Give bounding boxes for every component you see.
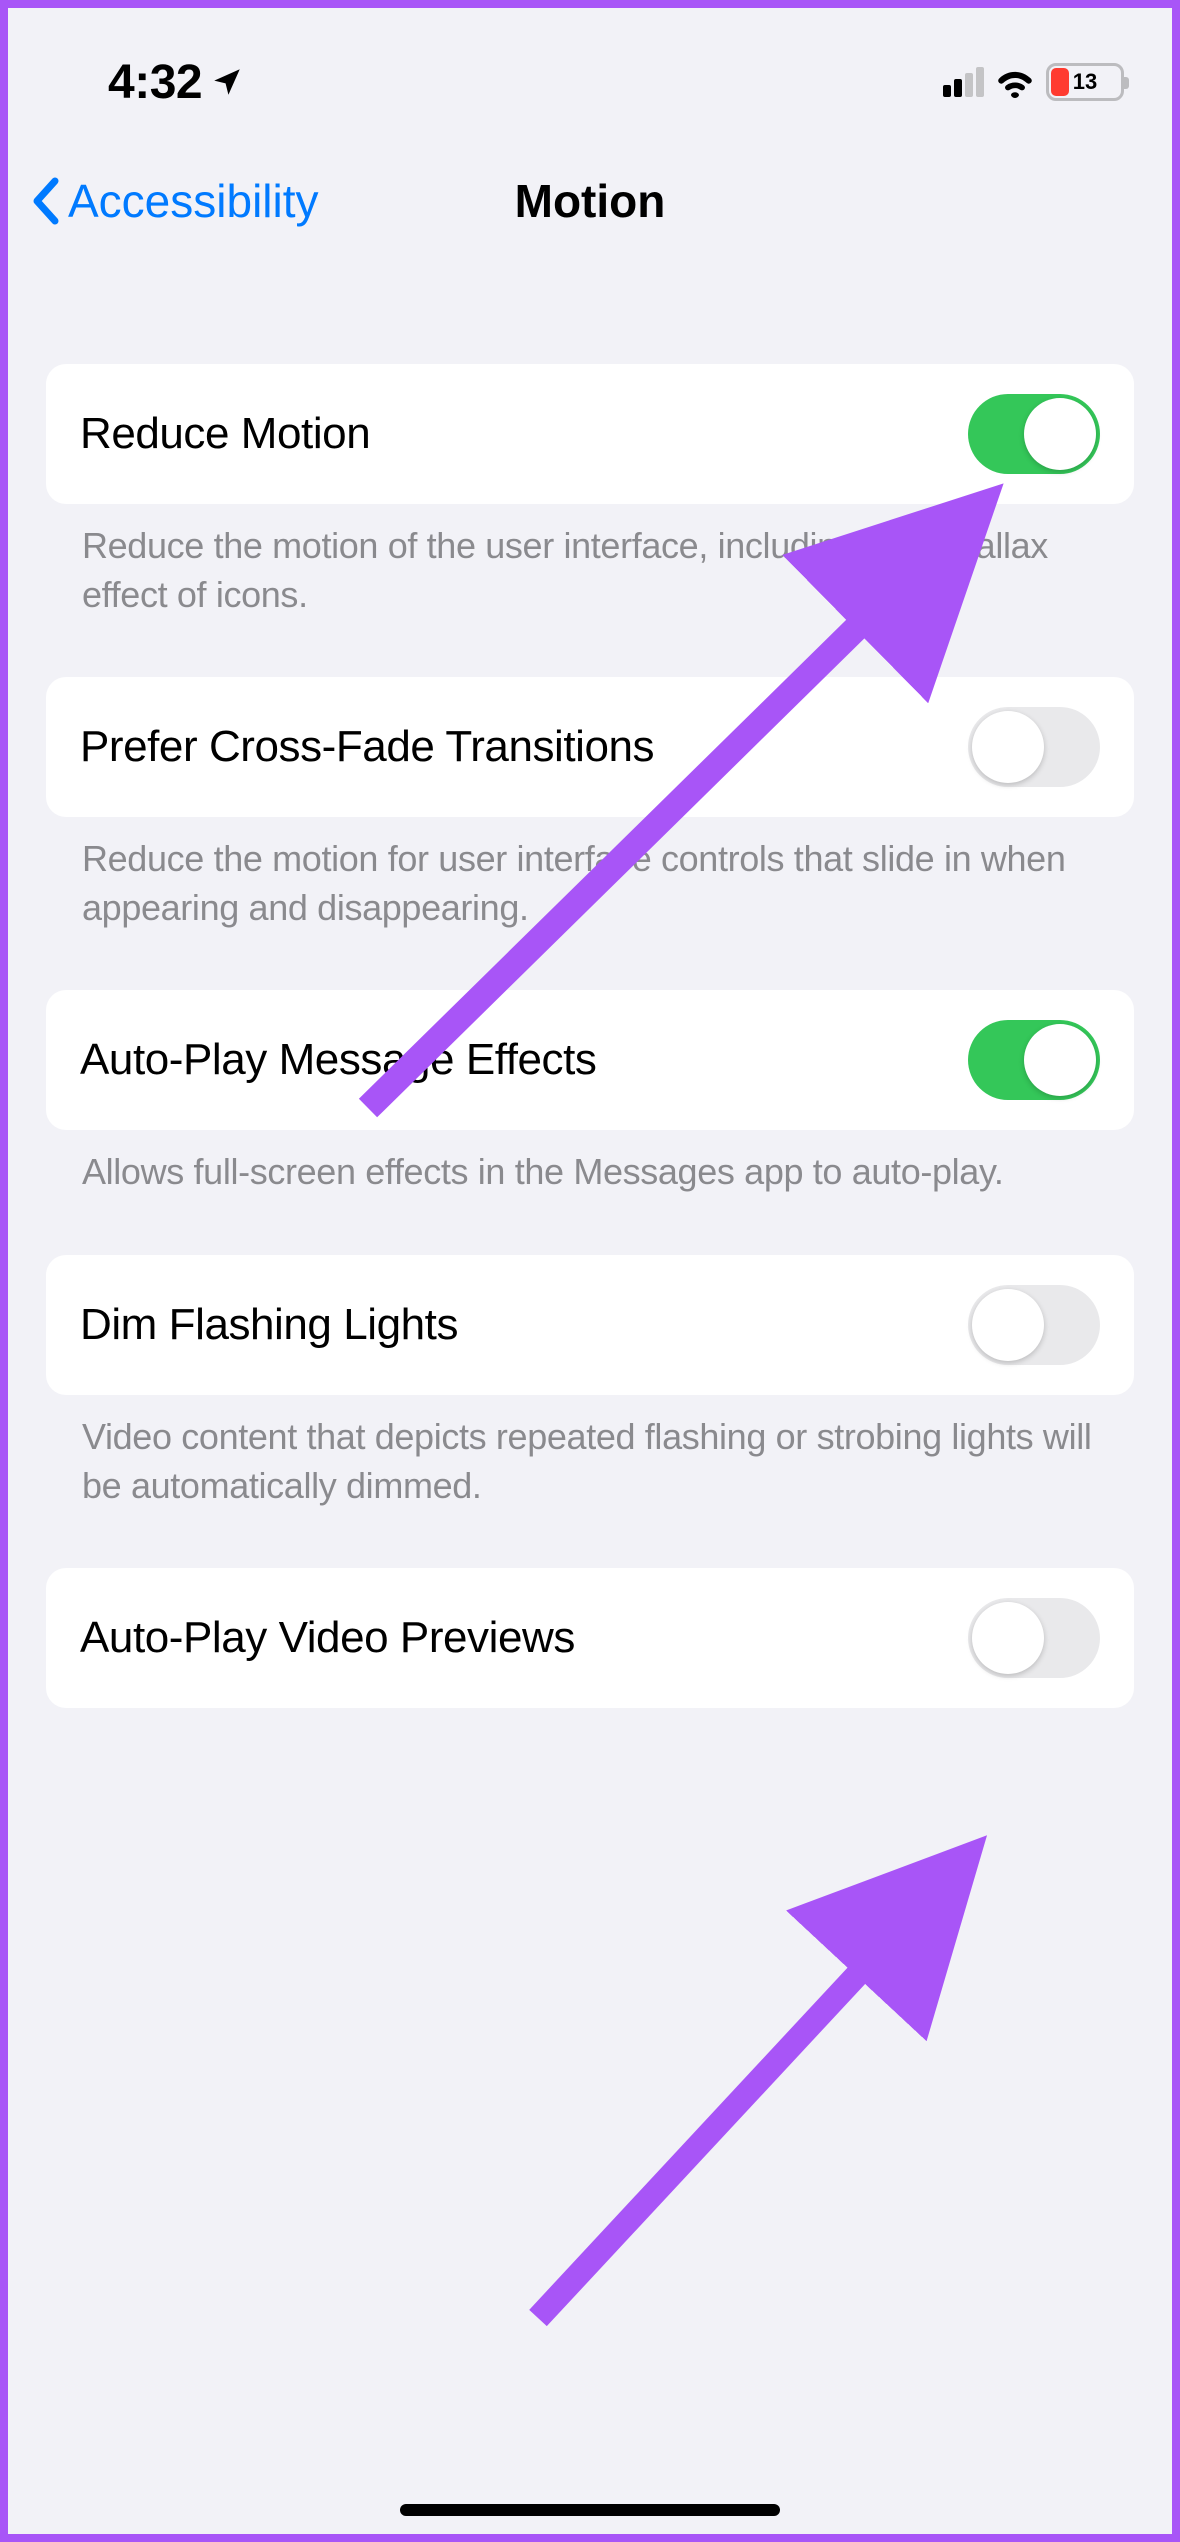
dim-flashing-toggle[interactable] [968, 1285, 1100, 1365]
reduce-motion-row[interactable]: Reduce Motion [46, 364, 1134, 504]
settings-screen: 4:32 13 Accessibility M [8, 8, 1172, 2534]
wifi-icon [994, 66, 1036, 98]
back-button[interactable]: Accessibility [30, 174, 319, 228]
dim-flashing-label: Dim Flashing Lights [80, 1300, 458, 1350]
back-label: Accessibility [68, 174, 319, 228]
status-right: 13 [943, 63, 1124, 101]
message-effects-footer: Allows full-screen effects in the Messag… [46, 1130, 1134, 1197]
reduce-motion-footer: Reduce the motion of the user interface,… [46, 504, 1134, 619]
cross-fade-toggle[interactable] [968, 707, 1100, 787]
message-effects-row[interactable]: Auto-Play Message Effects [46, 990, 1134, 1130]
cross-fade-label: Prefer Cross-Fade Transitions [80, 722, 654, 772]
home-indicator[interactable] [400, 2504, 780, 2516]
dim-flashing-row[interactable]: Dim Flashing Lights [46, 1255, 1134, 1395]
status-time: 4:32 [108, 55, 202, 110]
cross-fade-row[interactable]: Prefer Cross-Fade Transitions [46, 677, 1134, 817]
message-effects-toggle[interactable] [968, 1020, 1100, 1100]
location-icon [210, 65, 244, 99]
status-left: 4:32 [108, 55, 244, 110]
chevron-left-icon [30, 177, 60, 225]
battery-icon: 13 [1046, 63, 1124, 101]
reduce-motion-toggle[interactable] [968, 394, 1100, 474]
reduce-motion-label: Reduce Motion [80, 409, 370, 459]
video-previews-label: Auto-Play Video Previews [80, 1613, 575, 1663]
dim-flashing-footer: Video content that depicts repeated flas… [46, 1395, 1134, 1510]
video-previews-row[interactable]: Auto-Play Video Previews [46, 1568, 1134, 1708]
cross-fade-footer: Reduce the motion for user interface con… [46, 817, 1134, 932]
status-bar: 4:32 13 [8, 8, 1172, 128]
nav-bar: Accessibility Motion [8, 146, 1172, 256]
battery-percent: 13 [1073, 69, 1097, 95]
page-title: Motion [515, 174, 666, 228]
battery-fill [1051, 68, 1069, 96]
message-effects-label: Auto-Play Message Effects [80, 1035, 596, 1085]
video-previews-toggle[interactable] [968, 1598, 1100, 1678]
cellular-icon [943, 67, 984, 97]
content: Reduce Motion Reduce the motion of the u… [8, 256, 1172, 1708]
